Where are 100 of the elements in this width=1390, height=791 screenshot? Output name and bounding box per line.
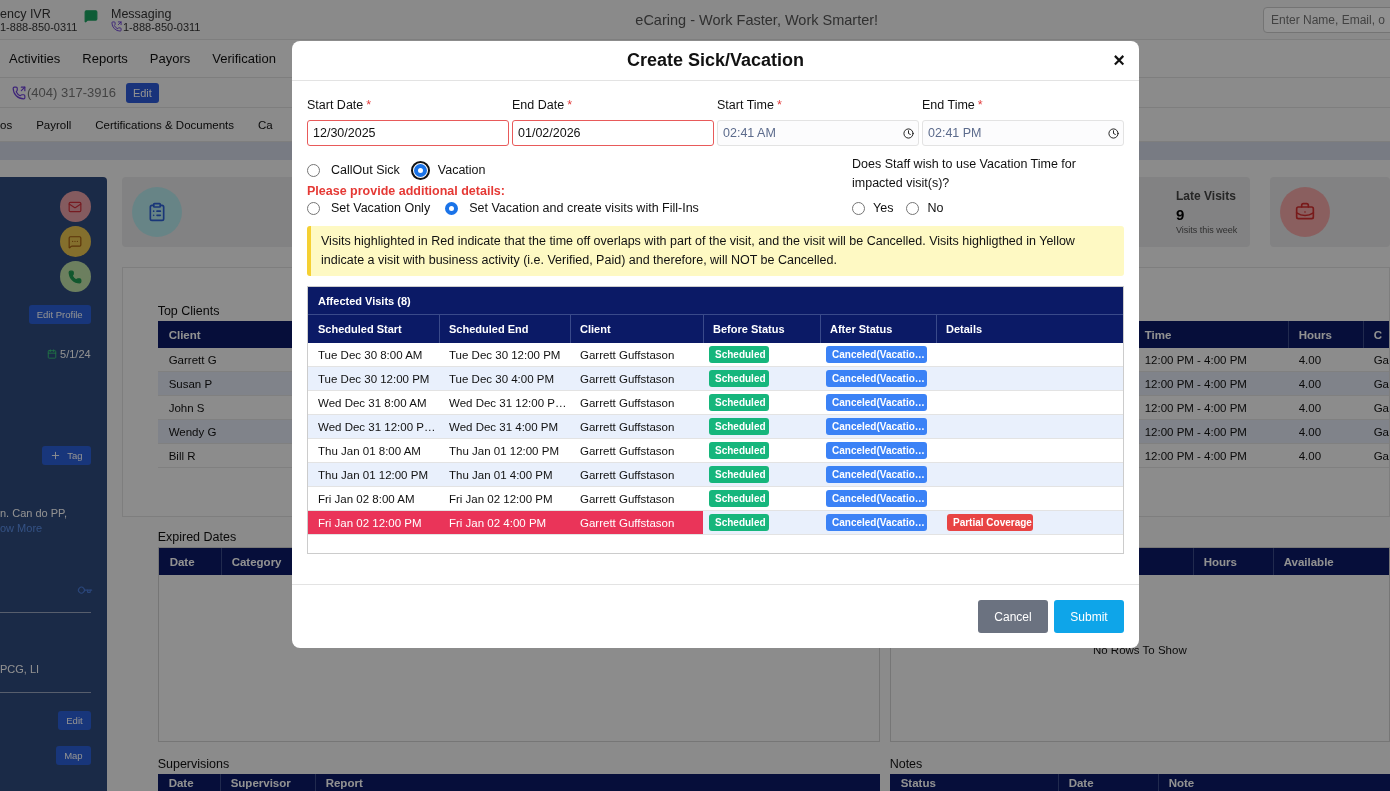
- status-badge: Canceled(Vacatio…: [826, 442, 927, 459]
- tab[interactable]: Payroll: [36, 118, 72, 131]
- column-header: C: [1362, 321, 1389, 348]
- radio-label: Set Vacation and create visits with Fill-Ins: [469, 201, 699, 215]
- nav-item[interactable]: Payors: [149, 51, 191, 66]
- status-badge: Canceled(Vacatio…: [826, 514, 927, 531]
- table-cell: Fri Jan 02 12:00 PM: [308, 511, 439, 535]
- field-label: Start Time *: [717, 98, 783, 114]
- table-cell: 4.00: [1287, 372, 1363, 396]
- tab[interactable]: os: [0, 118, 13, 131]
- table-cell: Thu Jan 01 4:00 PM: [439, 463, 570, 487]
- table-cell: Garrett Guffstason: [570, 463, 703, 487]
- start-date: 5/1/24: [60, 348, 91, 360]
- stat-subtitle: Visits this week: [1176, 225, 1238, 235]
- plus-icon: [50, 450, 62, 461]
- column-header: Details: [936, 315, 1123, 343]
- time-field[interactable]: 02:41 PM: [922, 120, 1124, 146]
- mail-icon[interactable]: [59, 191, 91, 222]
- radio-label: Vacation: [437, 163, 486, 177]
- ivr-phone: 1-888-850-0311: [0, 20, 79, 33]
- date-field[interactable]: 01/02/2026: [512, 120, 714, 146]
- section-title: Expired Dates: [157, 530, 238, 544]
- column-header: Supervisor: [219, 774, 315, 791]
- nav-item[interactable]: Activities: [9, 51, 61, 66]
- chat-icon: [84, 8, 98, 23]
- edit-button[interactable]: Edit: [125, 82, 159, 103]
- dialog-title: Create Sick/Vacation: [626, 50, 805, 71]
- briefcase-icon: [1280, 187, 1330, 237]
- radio-label: Set Vacation Only: [331, 201, 431, 215]
- phone-icon: [12, 85, 26, 100]
- coverage-badge: Partial Coverage: [947, 514, 1033, 531]
- table-cell: Thu Jan 01 12:00 PM: [308, 463, 439, 487]
- section-title: Supervisions: [157, 757, 231, 771]
- clipboard-icon: [131, 187, 182, 237]
- section-title: Notes: [889, 757, 924, 771]
- phone-number: (404) 317-3916: [27, 85, 116, 100]
- ivr-label: ency IVR: [0, 6, 52, 21]
- column-header: Date: [157, 774, 220, 791]
- status-badge: Scheduled: [709, 514, 769, 531]
- column-header: Status: [889, 774, 1058, 791]
- section-title: Top Clients: [157, 304, 221, 318]
- nav-item[interactable]: Verification: [212, 51, 276, 66]
- status-badge: Scheduled: [709, 490, 769, 507]
- column-header: Before Status: [703, 315, 820, 343]
- edit-button[interactable]: Edit: [58, 711, 91, 730]
- status-badge: Canceled(Vacatio…: [826, 394, 927, 411]
- cancel-button[interactable]: Cancel: [978, 600, 1048, 633]
- tab[interactable]: Certifications & Documents: [95, 118, 234, 131]
- field-label: End Time *: [922, 98, 984, 114]
- close-button[interactable]: ×: [1111, 51, 1127, 69]
- edit-profile-button[interactable]: Edit Profile: [28, 305, 91, 324]
- phone-icon[interactable]: [59, 261, 91, 292]
- column-header: Note: [1157, 774, 1390, 791]
- table-cell: Tue Dec 30 12:00 PM: [308, 367, 439, 391]
- status-badge: Scheduled: [709, 418, 769, 435]
- column-header: Date: [1057, 774, 1158, 791]
- table-cell: Tue Dec 30 4:00 PM: [439, 367, 570, 391]
- stat-value: 9: [1176, 206, 1186, 223]
- table-cell: Ga: [1362, 372, 1389, 396]
- app-title: eCaring - Work Faster, Work Smarter!: [634, 11, 880, 28]
- clock-icon: [1108, 127, 1119, 139]
- date-field[interactable]: 12/30/2025: [307, 120, 509, 146]
- column-header: Date: [158, 548, 221, 575]
- map-button[interactable]: Map: [56, 746, 91, 765]
- messaging-phone: 1-888-850-0311: [123, 20, 201, 33]
- radio-label: Yes: [873, 201, 894, 215]
- column-header: Scheduled End: [439, 315, 570, 343]
- tag-button[interactable]: Tag: [42, 446, 91, 465]
- status-badge: Scheduled: [709, 346, 769, 363]
- nav-item[interactable]: Reports: [82, 51, 128, 66]
- column-header: After Status: [820, 315, 936, 343]
- radio-button[interactable]: [413, 163, 427, 177]
- tab[interactable]: Ca: [258, 118, 273, 131]
- status-badge: Scheduled: [709, 442, 769, 459]
- table-cell: Wed Dec 31 4:00 PM: [439, 415, 570, 439]
- table-cell: Garrett Guffstason: [570, 367, 703, 391]
- field-label: End Date *: [512, 98, 573, 114]
- column-header: Hours: [1287, 321, 1363, 348]
- status-badge: Scheduled: [709, 394, 769, 411]
- table-cell: Fri Jan 02 4:00 PM: [439, 511, 570, 535]
- status-badge: Canceled(Vacatio…: [826, 466, 927, 483]
- radio-button[interactable]: [445, 201, 459, 215]
- phone-icon: [111, 21, 122, 32]
- status-badge: Scheduled: [709, 370, 769, 387]
- table-cell: Ga: [1362, 420, 1389, 444]
- status-badge: Canceled(Vacatio…: [826, 490, 927, 507]
- calendar-icon: [47, 349, 58, 359]
- time-field[interactable]: 02:41 AM: [717, 120, 919, 146]
- table-cell: Garrett Guffstason: [570, 415, 703, 439]
- details-prompt: Please provide additional details:: [307, 184, 506, 198]
- chat-icon[interactable]: [59, 226, 91, 257]
- table-cell: Garrett Guffstason: [570, 511, 703, 535]
- column-header: Hours: [1192, 548, 1273, 575]
- column-header: Scheduled Start: [308, 315, 439, 343]
- question-text: Does Staff wish to use Vacation Time for impacted visit(s)?: [852, 156, 1077, 192]
- radio-label: CallOut Sick: [331, 163, 400, 177]
- languages-text: PCG, LI: [0, 663, 40, 675]
- column-header: Available: [1272, 548, 1389, 575]
- table-cell: 4.00: [1287, 420, 1363, 444]
- search-field[interactable]: Enter Name, Email, o: [1263, 6, 1390, 33]
